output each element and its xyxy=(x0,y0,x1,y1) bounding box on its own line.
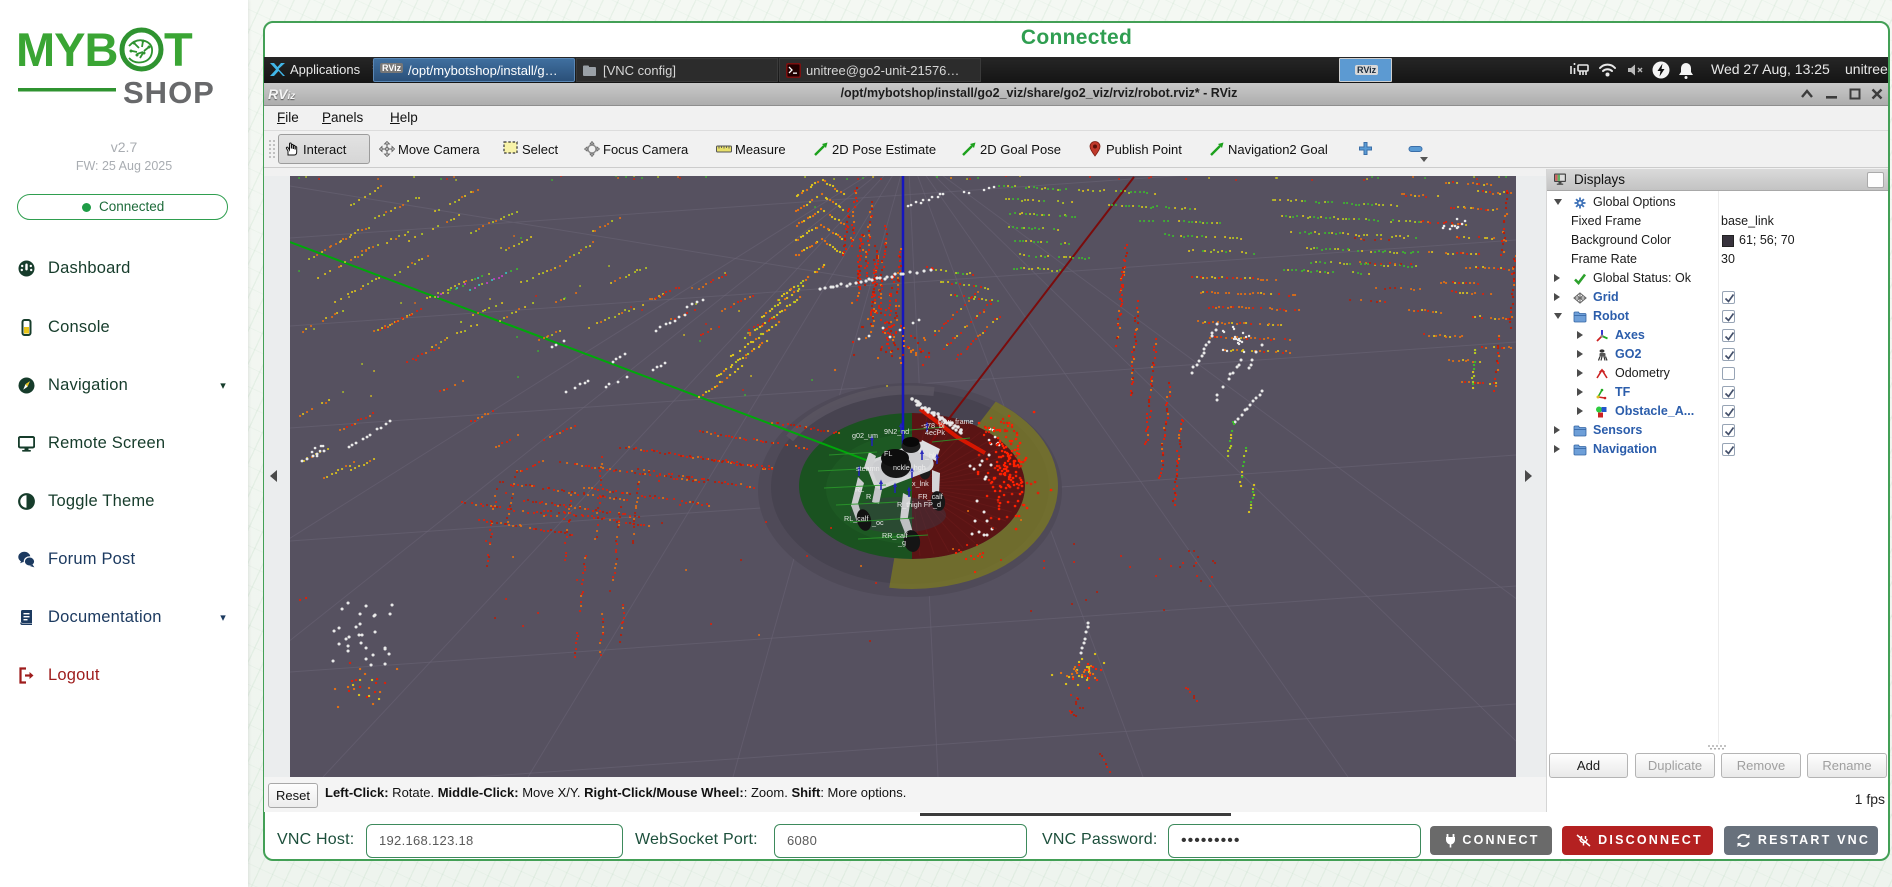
svg-text:9N2_nd: 9N2_nd xyxy=(884,427,909,436)
svg-text:_oc: _oc xyxy=(871,518,884,527)
svg-text:g02_um: g02_um xyxy=(852,431,878,440)
svg-text:RViz: RViz xyxy=(268,86,295,102)
svg-text:R: R xyxy=(866,492,871,501)
svg-text:T: T xyxy=(164,23,193,76)
svg-text:R_thigh FP_d: R_thigh FP_d xyxy=(897,500,941,509)
svg-text:MYB: MYB xyxy=(16,23,117,76)
svg-text:steamn: steamn xyxy=(856,464,880,473)
svg-text:4ecPk: 4ecPk xyxy=(925,428,945,437)
svg-text:FL: FL xyxy=(884,449,892,458)
svg-text:_g: _g xyxy=(897,538,906,547)
svg-text:SHOP: SHOP xyxy=(123,75,215,107)
svg-text:RL: RL xyxy=(855,485,864,494)
svg-text:nckle_hgh: nckle_hgh xyxy=(893,463,926,472)
svg-text:RL_calf: RL_calf xyxy=(844,514,868,523)
svg-text:x_lnk: x_lnk xyxy=(912,479,929,488)
svg-text:_hk: _hk xyxy=(924,451,937,460)
